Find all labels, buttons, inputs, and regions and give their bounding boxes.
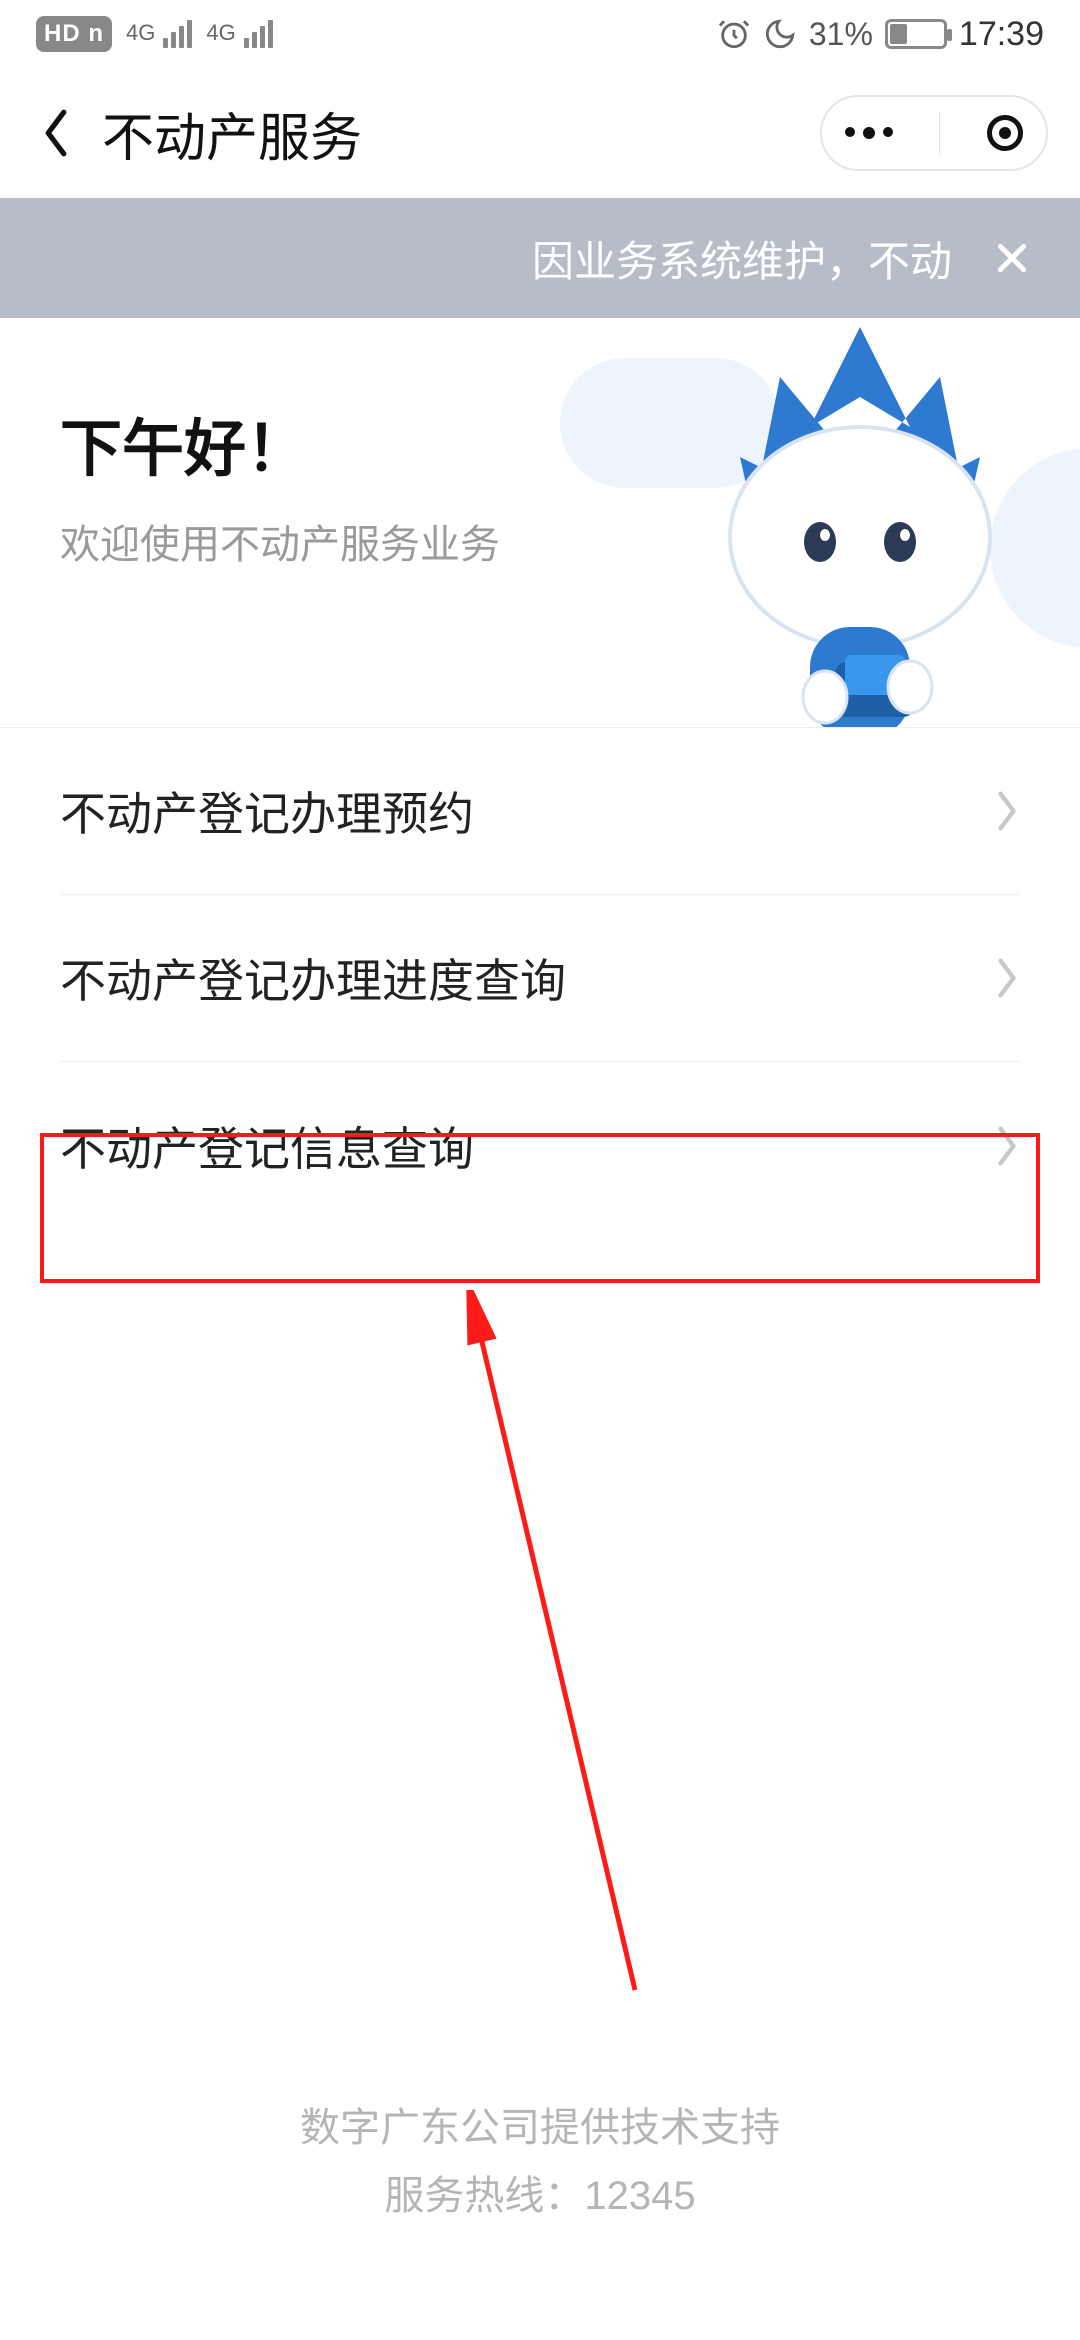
miniprogram-capsule bbox=[820, 95, 1048, 171]
annotation-arrow bbox=[460, 1290, 680, 2010]
hd-badge: HD n bbox=[36, 16, 112, 52]
signal-bars-icon bbox=[244, 20, 273, 48]
list-item-label: 不动产登记办理进度查询 bbox=[60, 945, 566, 1011]
back-button[interactable] bbox=[36, 113, 76, 153]
status-right: 31% 17:39 bbox=[717, 15, 1044, 54]
close-icon bbox=[992, 238, 1032, 278]
close-miniprogram-button[interactable] bbox=[987, 115, 1023, 151]
list-item-label: 不动产登记信息查询 bbox=[60, 1113, 474, 1179]
chevron-right-icon bbox=[994, 789, 1020, 833]
notice-close-button[interactable] bbox=[992, 238, 1032, 278]
hero-banner: 下午好！ 欢迎使用不动产服务业务 bbox=[0, 318, 1080, 728]
chevron-left-icon bbox=[40, 107, 72, 159]
service-list: 不动产登记办理预约 不动产登记办理进度查询 不动产登记信息查询 bbox=[0, 728, 1080, 1229]
chevron-right-icon bbox=[994, 1124, 1020, 1168]
list-item-label: 不动产登记办理预约 bbox=[60, 778, 474, 844]
mascot-illustration bbox=[660, 318, 1060, 728]
chevron-right-icon bbox=[994, 956, 1020, 1000]
status-left: HD n 4G 4G bbox=[36, 16, 273, 52]
list-item-appointment[interactable]: 不动产登记办理预约 bbox=[60, 728, 1020, 895]
footer: 数字广东公司提供技术支持 服务热线：12345 bbox=[0, 2094, 1080, 2230]
list-item-info-query[interactable]: 不动产登记信息查询 bbox=[60, 1062, 1020, 1229]
alarm-icon bbox=[717, 17, 751, 51]
signal-2: 4G bbox=[206, 20, 272, 48]
title-bar: 不动产服务 bbox=[0, 68, 1080, 198]
battery-icon bbox=[885, 19, 947, 49]
status-bar: HD n 4G 4G 31% 17:39 bbox=[0, 0, 1080, 68]
list-item-progress-query[interactable]: 不动产登记办理进度查询 bbox=[60, 895, 1020, 1062]
more-button[interactable] bbox=[845, 127, 893, 139]
notice-text: 因业务系统维护，不动 bbox=[532, 228, 952, 289]
notice-bar: 因业务系统维护，不动 bbox=[0, 198, 1080, 318]
signal-bars-icon bbox=[163, 20, 192, 48]
signal-1: 4G bbox=[126, 20, 192, 48]
footer-provider: 数字广东公司提供技术支持 bbox=[0, 2094, 1080, 2162]
battery-percent: 31% bbox=[809, 16, 873, 53]
page-title: 不动产服务 bbox=[102, 96, 362, 171]
clock: 17:39 bbox=[959, 15, 1044, 54]
moon-icon bbox=[763, 17, 797, 51]
footer-hotline: 服务热线：12345 bbox=[0, 2162, 1080, 2230]
